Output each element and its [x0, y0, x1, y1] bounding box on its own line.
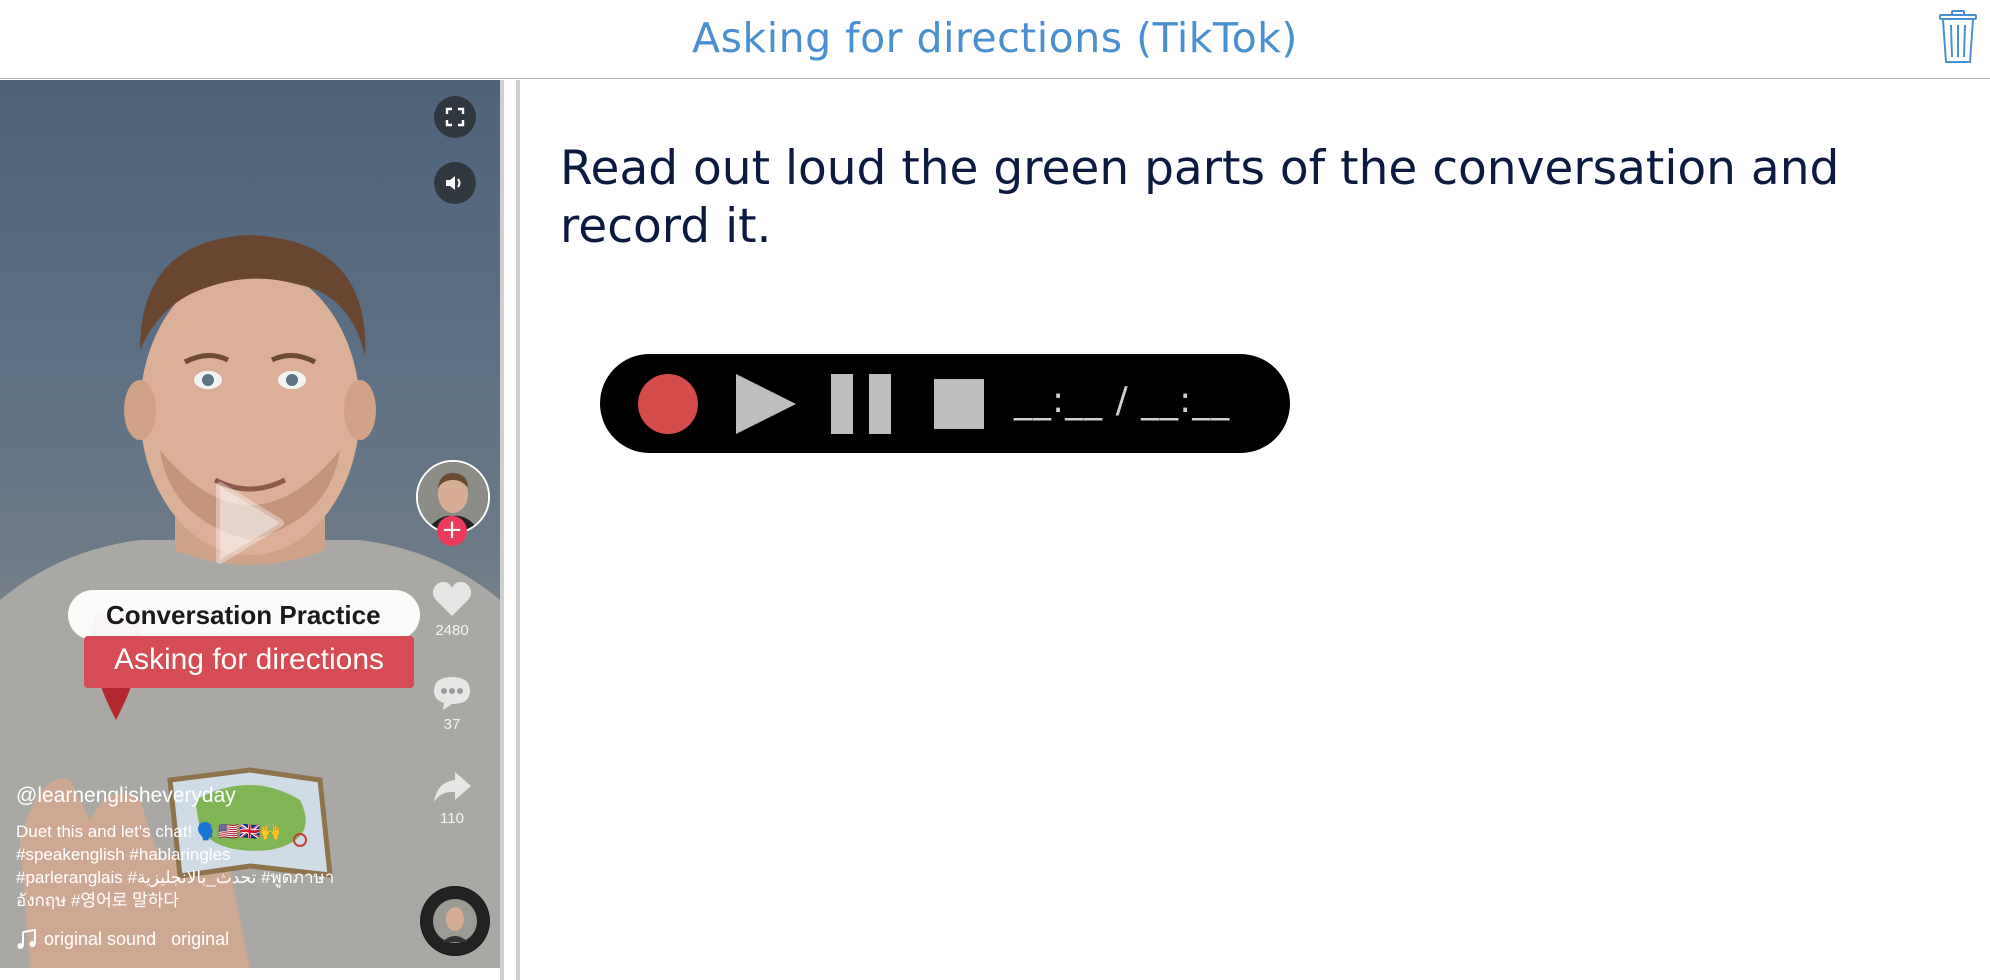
page-title: Asking for directions (TikTok) [692, 14, 1298, 62]
time-display: __:__ / __:__ [1014, 380, 1231, 421]
audio-recorder: __:__ / __:__ [600, 354, 1290, 453]
caption-line: Duet this and let's chat! 🗣️🇺🇸🇬🇧🙌 [16, 822, 282, 841]
heart-icon [432, 581, 472, 616]
sound-link[interactable]: original sound original [16, 928, 229, 950]
instruction-text: Read out loud the green parts of the con… [560, 141, 1840, 254]
caption-hashtags[interactable]: #parleranglais #تحدث_بالانجليزية #พูดภาษ… [16, 866, 361, 889]
fullscreen-icon[interactable] [434, 96, 476, 138]
comment-count: 37 [443, 716, 461, 733]
share-control[interactable]: 110 [422, 768, 482, 827]
comment-icon [434, 677, 470, 710]
overlay-title: Conversation Practice [106, 600, 381, 630]
caption-hashtags[interactable]: อังกฤษ #영어로 말하다 [16, 889, 361, 912]
video-username[interactable]: @learnenglisheveryday [16, 784, 236, 808]
sound-disc[interactable] [420, 886, 490, 956]
trash-icon[interactable] [1938, 10, 1978, 64]
video-caption: Duet this and let's chat! 🗣️🇺🇸🇬🇧🙌 #speak… [16, 820, 361, 912]
follow-plus-icon[interactable]: + [437, 516, 467, 546]
overlay-subtitle: Asking for directions [113, 643, 385, 676]
volume-icon[interactable] [434, 162, 476, 204]
caption-hashtags[interactable]: #speakenglish #hablaringles [16, 843, 361, 866]
like-count: 2480 [435, 622, 469, 639]
panel-divider [500, 80, 504, 980]
panel-divider[interactable] [516, 80, 520, 980]
music-note-icon [17, 928, 36, 949]
play-button[interactable] [734, 374, 796, 438]
stop-button[interactable] [934, 379, 984, 433]
share-icon [434, 772, 471, 802]
header-bar: Asking for directions (TikTok) [0, 0, 1990, 79]
comment-control[interactable]: 37 [422, 674, 482, 733]
pause-button[interactable] [831, 374, 891, 438]
like-control[interactable]: 2480 [422, 580, 482, 639]
share-count: 110 [440, 810, 464, 827]
record-button[interactable] [638, 374, 698, 438]
tiktok-video[interactable]: + 2480 37 110 Conversation Practice Aski… [0, 80, 500, 968]
sound-label: original sound original [44, 928, 230, 949]
play-icon[interactable] [212, 480, 286, 570]
